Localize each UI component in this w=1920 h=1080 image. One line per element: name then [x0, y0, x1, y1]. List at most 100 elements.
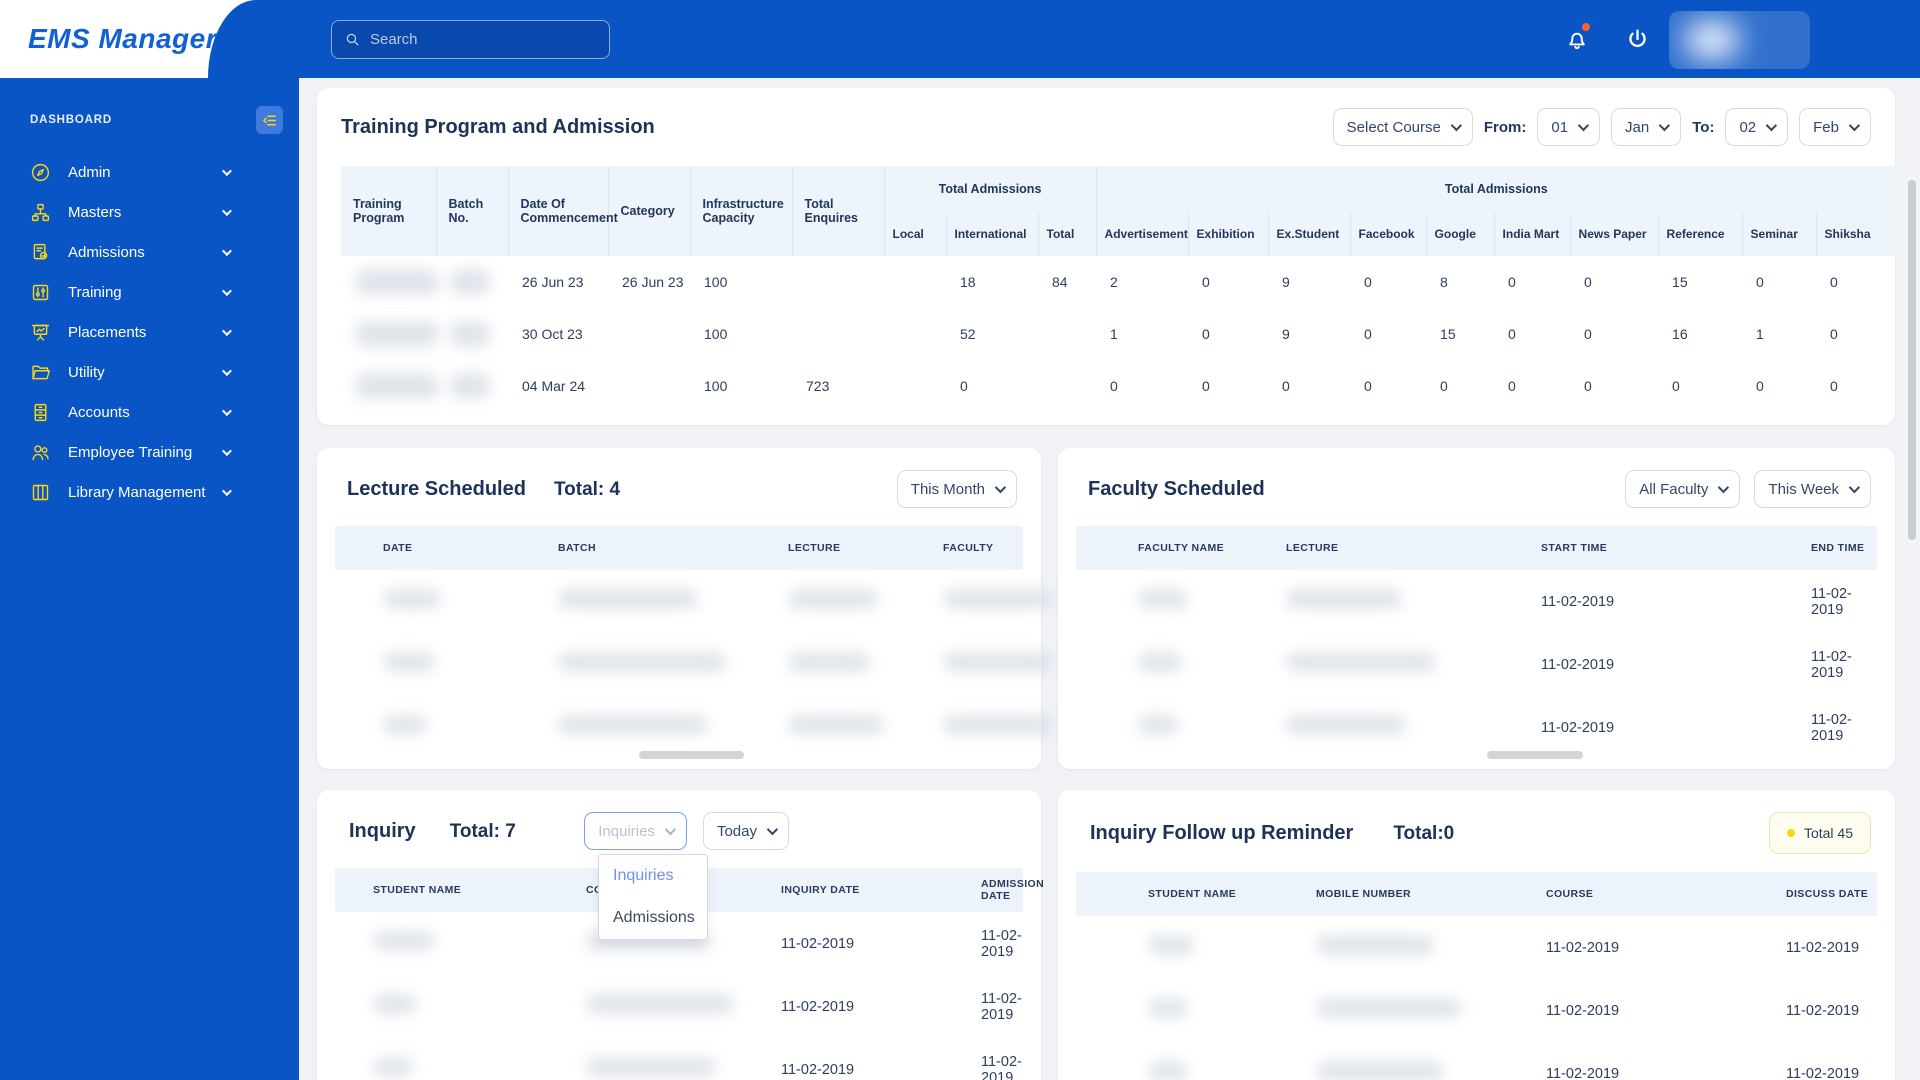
blurred-text	[1138, 715, 1178, 735]
inquiry-period-dropdown[interactable]: Today	[702, 812, 789, 850]
faculty-scheduled-card: Faculty Scheduled All Faculty This Week …	[1058, 448, 1895, 769]
sidebar-nav: Admin Masters Admissions Training Placem…	[0, 152, 299, 512]
from-day-dropdown[interactable]: 01	[1537, 108, 1601, 146]
people-icon	[30, 442, 51, 463]
select-course-dropdown[interactable]: Select Course	[1332, 108, 1473, 146]
chevron-down-icon	[221, 325, 232, 336]
table-row: 26 Jun 23 26 Jun 23 100 18 84 2 0 9 0 8 0 0 15 0 0	[341, 256, 1896, 308]
top-bar: EMS Manager	[0, 0, 1920, 78]
faculty-card-title: Faculty Scheduled	[1088, 477, 1265, 500]
yellow-dot-icon	[1786, 829, 1795, 837]
blurred-text	[355, 321, 439, 347]
horizontal-scrollbar[interactable]	[1487, 751, 1583, 759]
blurred-text	[586, 1057, 716, 1077]
sidebar-item-employee-training[interactable]: Employee Training	[0, 432, 299, 472]
folder-open-icon	[30, 362, 51, 383]
from-month-value: Jan	[1625, 118, 1650, 136]
bookshelf-icon	[30, 482, 51, 503]
sidebar-item-admin[interactable]: Admin	[0, 152, 299, 192]
to-month-dropdown[interactable]: Feb	[1799, 108, 1871, 146]
main-content: Training Program and Admission Select Co…	[299, 78, 1920, 1080]
search-input[interactable]	[370, 31, 597, 48]
sidebar-item-utility[interactable]: Utility	[0, 352, 299, 392]
blurred-text	[558, 589, 698, 609]
col-lecture: LECTURE	[788, 542, 841, 554]
sidebar-item-admissions[interactable]: Admissions	[0, 232, 299, 272]
col-category: Category	[608, 166, 691, 256]
blurred-text	[1148, 998, 1188, 1018]
notifications-button[interactable]	[1562, 23, 1592, 54]
sidebar-item-label: Admissions	[68, 243, 145, 261]
sidebar-item-masters[interactable]: Masters	[0, 192, 299, 232]
menu-option-inquiries[interactable]: Inquiries	[599, 855, 707, 897]
blurred-text	[373, 994, 417, 1014]
user-avatar[interactable]	[1669, 11, 1810, 69]
col-india-mart: India Mart	[1494, 212, 1571, 256]
inquiry-total: Total: 7	[449, 820, 516, 842]
chevron-down-icon	[221, 365, 232, 376]
col-mobile-number: MOBILE NUMBER	[1316, 888, 1412, 900]
page-vertical-scrollbar[interactable]	[1908, 180, 1916, 540]
table-row: 11-02-2019 11-02-2019	[1076, 1042, 1877, 1080]
blurred-text	[558, 652, 726, 672]
sidebar-item-label: Masters	[68, 203, 122, 221]
col-international: International	[946, 212, 1039, 256]
table-row	[335, 696, 1051, 759]
col-local: Local	[884, 212, 947, 256]
chevron-down-icon	[221, 165, 232, 176]
col-total-enquires: Total Enquires	[792, 166, 885, 256]
from-day-value: 01	[1551, 118, 1569, 136]
blurred-text	[943, 715, 1051, 735]
faculty-filter-dropdown[interactable]: All Faculty	[1625, 470, 1741, 508]
menu-option-admissions[interactable]: Admissions	[599, 897, 707, 939]
sidebar-item-label: Accounts	[68, 403, 130, 421]
sidebar-item-label: Utility	[68, 363, 105, 381]
inquiry-type-value: Inquiries	[598, 822, 655, 840]
faculty-period-dropdown[interactable]: This Week	[1754, 470, 1871, 508]
to-day-value: 02	[1739, 118, 1757, 136]
col-lecture: LECTURE	[1286, 542, 1339, 554]
blurred-text	[355, 269, 439, 295]
training-table: Training Program Batch No. Date Of Comme…	[341, 166, 1897, 412]
blurred-text	[373, 1057, 413, 1077]
faculty-period-value: This Week	[1768, 480, 1839, 498]
inquiry-type-dropdown[interactable]: Inquiries	[584, 812, 687, 850]
sidebar-item-accounts[interactable]: Accounts	[0, 392, 299, 432]
blurred-text	[450, 373, 490, 399]
compass-icon	[30, 162, 51, 183]
blurred-text	[1286, 715, 1406, 735]
chevron-down-icon	[994, 481, 1007, 494]
blurred-text	[788, 589, 878, 609]
chevron-down-icon	[221, 405, 232, 416]
search-icon	[344, 31, 361, 48]
sidebar-collapse-button[interactable]	[256, 106, 283, 134]
lecture-period-dropdown[interactable]: This Month	[896, 470, 1017, 508]
col-group-total-admissions: Total Admissions	[884, 166, 1097, 212]
to-label: To:	[1692, 118, 1715, 136]
blurred-text	[383, 652, 435, 672]
to-day-dropdown[interactable]: 02	[1725, 108, 1789, 146]
blurred-text	[1316, 1061, 1444, 1080]
sidebar-item-training[interactable]: Training	[0, 272, 299, 312]
sidebar-item-placements[interactable]: Placements	[0, 312, 299, 352]
table-row: 11-02-2019 11-02-2019	[1076, 633, 1877, 696]
from-month-dropdown[interactable]: Jan	[1611, 108, 1682, 146]
horizontal-scrollbar[interactable]	[639, 751, 744, 759]
sidebar-item-library-management[interactable]: Library Management	[0, 472, 299, 512]
chevron-down-icon	[766, 823, 779, 836]
notification-badge-dot	[1582, 23, 1590, 31]
from-label: From:	[1483, 118, 1527, 136]
search-box[interactable]	[331, 20, 610, 59]
sidebar-section-label: DASHBOARD	[30, 114, 112, 126]
col-inquiry-date: INQUIRY DATE	[781, 884, 860, 896]
chevron-down-icon	[1658, 119, 1671, 132]
faculty-table-header: FACULTY NAME LECTURE START TIME END TIME	[1076, 526, 1877, 570]
chevron-down-icon	[221, 485, 232, 496]
col-batch-no: Batch No.	[436, 166, 509, 256]
col-infrastructure-capacity: Infrastructure Capacity	[690, 166, 793, 256]
app-logo: EMS Manager	[28, 23, 218, 54]
chevron-down-icon	[221, 205, 232, 216]
inquiry-card: Inquiry Total: 7 Inquiries Today Inquiri…	[317, 790, 1044, 1080]
logout-power-button[interactable]	[1622, 24, 1652, 54]
lecture-period-value: This Month	[910, 480, 985, 498]
